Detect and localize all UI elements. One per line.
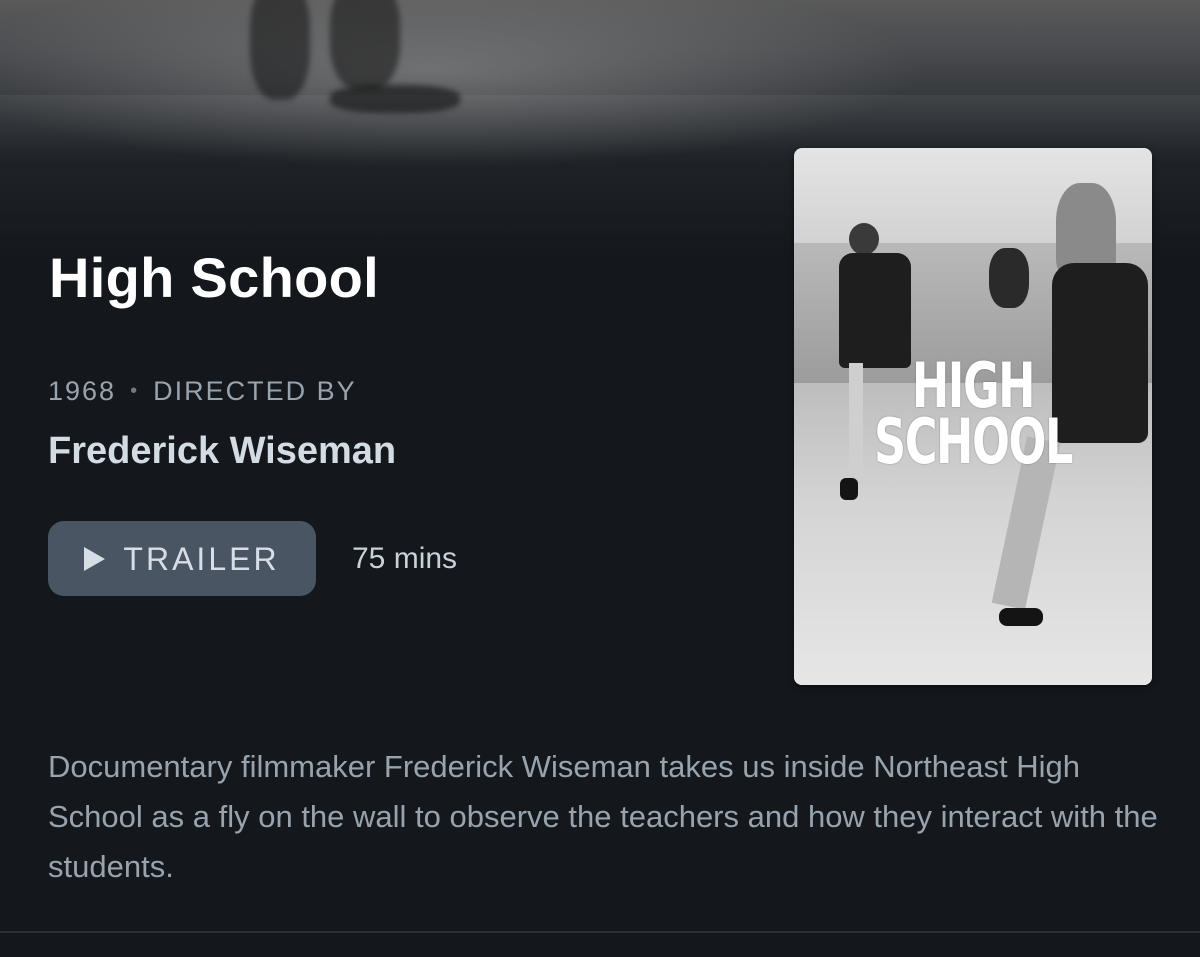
film-title: High School [49,246,379,309]
trailer-button-label: TRAILER [123,540,280,577]
poster-title-line-2: SCHOOL [874,405,1073,478]
director-name-link[interactable]: Frederick Wiseman [48,428,396,474]
backdrop-figure-legs [330,0,400,90]
poster-figure [849,223,879,255]
release-year: 1968 [48,376,117,406]
play-icon [84,546,106,571]
poster-title-text: HIGH SCHOOL [844,355,1102,478]
runtime: 75 mins [352,542,458,575]
trailer-button[interactable]: TRAILER [48,521,316,596]
film-poster[interactable]: HIGH SCHOOL [794,148,1152,685]
backdrop-floor-reflection [0,95,1200,155]
divider [0,931,1200,933]
backdrop-figure-legs [250,0,310,100]
poster-figure [839,253,911,368]
backdrop-figure-shadow [330,85,460,113]
film-detail-page: High School 1968 • DIRECTED BY Frederick… [0,0,1200,957]
poster-figure [989,248,1029,308]
poster-figure [840,478,858,500]
film-meta: 1968 • DIRECTED BY [48,374,357,408]
film-description: Documentary filmmaker Frederick Wiseman … [48,749,1158,884]
meta-separator: • [130,380,140,402]
directed-by-label: DIRECTED BY [153,376,357,406]
poster-figure [999,608,1043,626]
